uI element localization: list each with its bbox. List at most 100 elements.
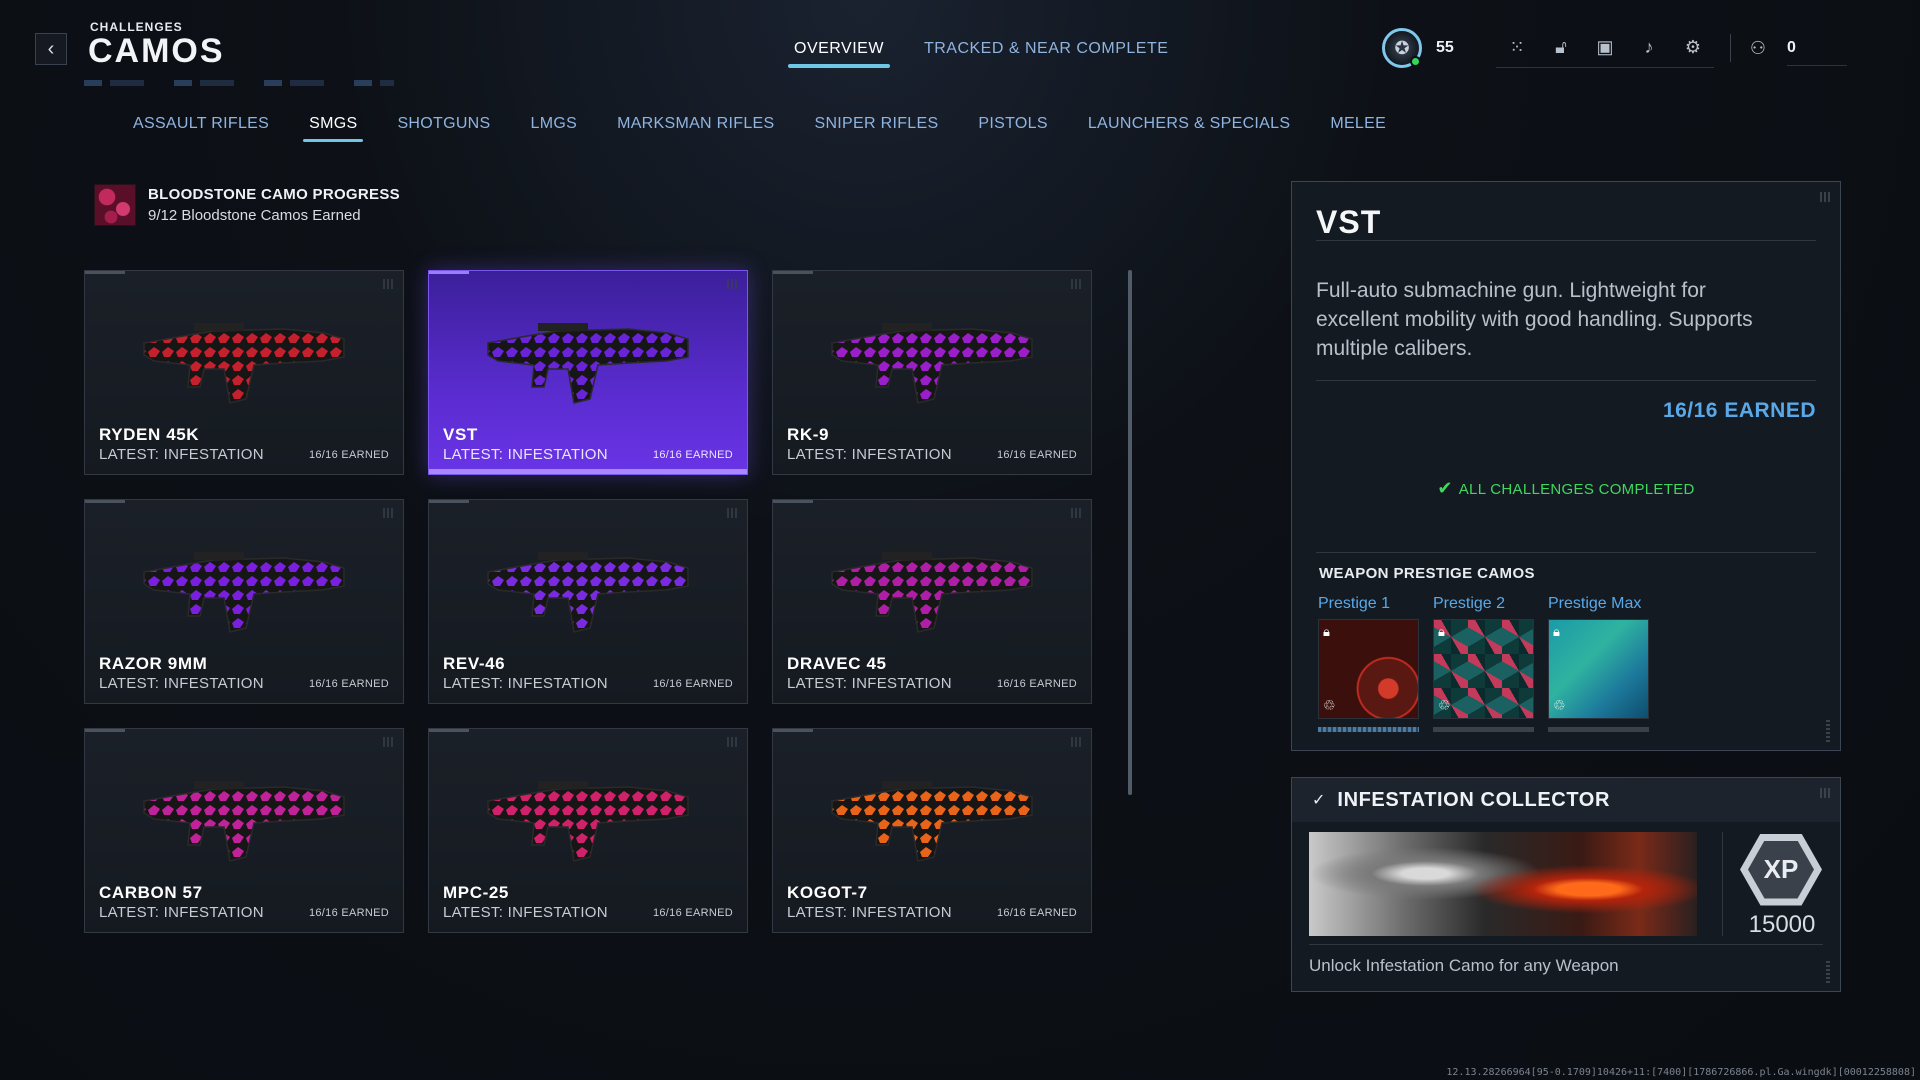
gear-icon[interactable]: ⚙: [1682, 37, 1704, 59]
panel-scroll-grip: [1826, 961, 1830, 983]
weapon-card-rk-9[interactable]: RK-9 LATEST: INFESTATION 16/16 EARNED: [772, 270, 1092, 475]
weapon-camo-image: [831, 552, 1033, 633]
prestige-progress-bar: [1318, 727, 1419, 732]
weapon-card-name: RYDEN 45K: [99, 425, 200, 444]
weapon-camo-image: [487, 781, 689, 862]
weapon-camo-image: [487, 323, 689, 404]
weapon-card-earned: 16/16 EARNED: [996, 678, 1077, 690]
weapon-card-kogot-7[interactable]: KOGOT-7 LATEST: INFESTATION 16/16 EARNED: [772, 728, 1092, 933]
prestige-camo-tile[interactable]: 🔒︎ ♲: [1433, 619, 1534, 719]
challenges-complete-label: ALL CHALLENGES COMPLETED: [1458, 481, 1695, 498]
weapon-card-earned: 16/16 EARNED: [652, 907, 733, 919]
top-tabs: OVERVIEW TRACKED & NEAR COMPLETE: [788, 40, 1168, 68]
tab-launchers-specials[interactable]: LAUNCHERS & SPECIALS: [1088, 115, 1291, 142]
prestige-progress-bar: [1548, 727, 1649, 732]
tab-smgs[interactable]: SMGS: [303, 115, 364, 142]
prestige-item-max[interactable]: Prestige Max 🔒︎ ♲: [1548, 595, 1649, 732]
card-corner-grip: [727, 279, 737, 289]
tab-melee[interactable]: MELEE: [1330, 115, 1386, 142]
weapon-card-latest: LATEST: INFESTATION: [99, 675, 264, 692]
weapon-card-latest: LATEST: INFESTATION: [787, 904, 952, 921]
lock-icon: 🔒︎: [1553, 624, 1560, 639]
progress-subtitle: 9/12 Bloodstone Camos Earned: [148, 207, 361, 224]
tab-pistols[interactable]: PISTOLS: [978, 115, 1047, 142]
weapon-detail-panel: VST Full-auto submachine gun. Lightweigh…: [1291, 181, 1841, 751]
weapon-card-latest: LATEST: INFESTATION: [787, 446, 952, 463]
weapon-card-name: KOGOT-7: [787, 883, 868, 902]
prestige-item-1[interactable]: Prestige 1 🔒︎ ♲: [1318, 595, 1419, 732]
weapon-camo-image: [487, 552, 689, 633]
divider: [1316, 380, 1816, 381]
weapon-card-earned: 16/16 EARNED: [652, 449, 733, 461]
check-icon: ✓: [1312, 792, 1326, 809]
prestige-progress-bar: [1433, 727, 1534, 732]
weapon-card-ryden-45k[interactable]: RYDEN 45K LATEST: INFESTATION 16/16 EARN…: [84, 270, 404, 475]
weapon-card-razor-9mm[interactable]: RAZOR 9MM LATEST: INFESTATION 16/16 EARN…: [84, 499, 404, 704]
bell-icon[interactable]: ♪: [1638, 37, 1660, 59]
panel-corner-grip: [1820, 788, 1830, 798]
weapon-earned-count: 16/16 EARNED: [1662, 399, 1816, 422]
card-corner-grip: [727, 737, 737, 747]
reward-image: [1309, 832, 1697, 936]
card-corner-grip: [1071, 279, 1081, 289]
tab-shotguns[interactable]: SHOTGUNS: [397, 115, 490, 142]
unlock-icon[interactable]: 🔓︎: [1550, 37, 1572, 59]
weapon-card-name: CARBON 57: [99, 883, 203, 902]
panel-scroll-grip: [1826, 720, 1830, 742]
weapon-card-earned: 16/16 EARNED: [308, 907, 389, 919]
prestige-camo-tile[interactable]: 🔒︎ ♲: [1548, 619, 1649, 719]
camera-icon[interactable]: ▣: [1594, 37, 1616, 59]
lock-icon: 🔒︎: [1438, 624, 1445, 639]
divider: [1722, 832, 1723, 936]
weapon-card-earned: 16/16 EARNED: [996, 907, 1077, 919]
prestige-camo-tile[interactable]: 🔒︎ ♲: [1318, 619, 1419, 719]
tab-overview[interactable]: OVERVIEW: [788, 40, 890, 68]
weapon-card-earned: 16/16 EARNED: [652, 678, 733, 690]
weapon-card-earned: 16/16 EARNED: [996, 449, 1077, 461]
weapon-card-latest: LATEST: INFESTATION: [787, 675, 952, 692]
party-icon[interactable]: ⚇: [1747, 37, 1769, 59]
back-button[interactable]: ‹: [35, 33, 67, 65]
weapon-camo-image: [143, 781, 345, 862]
rank-icon[interactable]: ✪: [1382, 28, 1422, 68]
tab-lmgs[interactable]: LMGS: [531, 115, 578, 142]
chevron-left-icon: ‹: [47, 37, 55, 60]
weapon-card-dravec-45[interactable]: DRAVEC 45 LATEST: INFESTATION 16/16 EARN…: [772, 499, 1092, 704]
weapon-card-name: VST: [443, 425, 478, 444]
panel-corner-grip: [1820, 192, 1830, 202]
weapon-description: Full-auto submachine gun. Lightweight fo…: [1316, 279, 1753, 360]
weapon-card-carbon-57[interactable]: CARBON 57 LATEST: INFESTATION 16/16 EARN…: [84, 728, 404, 933]
reward-panel: ✓ INFESTATION COLLECTOR XP 15000 Unlock …: [1291, 777, 1841, 992]
card-corner-grip: [383, 737, 393, 747]
tab-tracked-near-complete[interactable]: TRACKED & NEAR COMPLETE: [924, 40, 1168, 68]
reward-header: ✓ INFESTATION COLLECTOR: [1292, 778, 1840, 822]
rank-number: 55: [1436, 39, 1454, 56]
card-corner-grip: [1071, 737, 1081, 747]
weapon-card-latest: LATEST: INFESTATION: [99, 446, 264, 463]
weapon-card-latest: LATEST: INFESTATION: [443, 675, 608, 692]
page-title: CAMOS: [88, 32, 225, 70]
grid-dots-icon[interactable]: ⁙: [1506, 37, 1528, 59]
tab-assault-rifles[interactable]: ASSAULT RIFLES: [133, 115, 269, 142]
divider: [1309, 944, 1823, 945]
weapon-card-name: MPC-25: [443, 883, 509, 902]
weapon-card-name: REV-46: [443, 654, 506, 673]
card-corner-grip: [383, 508, 393, 518]
weapon-card-vst[interactable]: VST LATEST: INFESTATION 16/16 EARNED: [428, 270, 748, 475]
weapon-card-name: DRAVEC 45: [787, 654, 887, 673]
card-corner-grip: [727, 508, 737, 518]
weapon-card-mpc-25[interactable]: MPC-25 LATEST: INFESTATION 16/16 EARNED: [428, 728, 748, 933]
grid-scrollbar[interactable]: [1128, 270, 1132, 795]
prestige-icon: ♲: [1438, 697, 1451, 713]
weapon-camo-image: [831, 323, 1033, 404]
xp-label: XP: [1748, 840, 1814, 899]
title-decoration: [84, 80, 394, 86]
tab-sniper-rifles[interactable]: SNIPER RIFLES: [814, 115, 938, 142]
online-status-dot: [1410, 56, 1421, 67]
prestige-item-2[interactable]: Prestige 2 🔒︎ ♲: [1433, 595, 1534, 732]
prestige-label: Prestige 1: [1318, 595, 1391, 612]
weapon-card-rev-46[interactable]: REV-46 LATEST: INFESTATION 16/16 EARNED: [428, 499, 748, 704]
tab-marksman-rifles[interactable]: MARKSMAN RIFLES: [617, 115, 774, 142]
build-info: 12.13.28266964[95-0.1709]10426+11:[7400]…: [1446, 1067, 1916, 1078]
weapon-grid: RYDEN 45K LATEST: INFESTATION 16/16 EARN…: [84, 270, 1092, 933]
